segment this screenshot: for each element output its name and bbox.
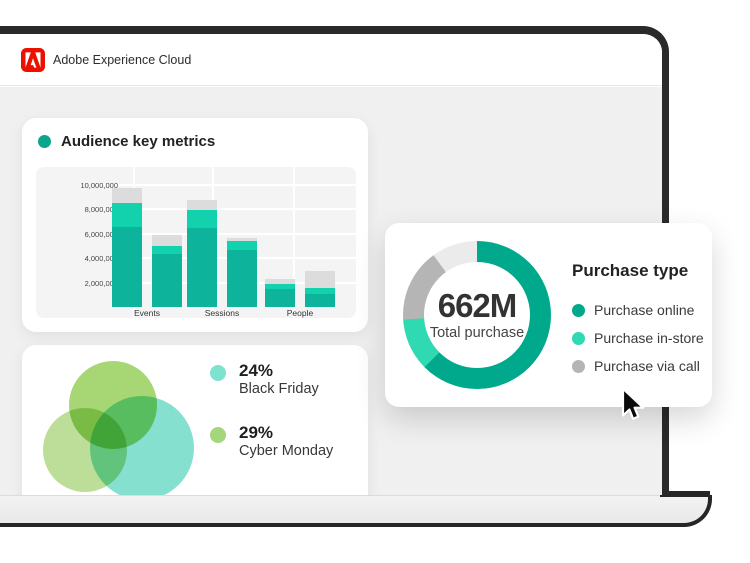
metrics-card-header: Audience key metrics bbox=[38, 133, 215, 150]
purchase-type-title: Purchase type bbox=[572, 261, 707, 281]
bar-segment-sessions-1[interactable] bbox=[187, 210, 217, 228]
total-purchase-value: 662M bbox=[438, 289, 517, 323]
venn-legend-item[interactable]: 24%Black Friday bbox=[210, 361, 319, 398]
legend-dot-icon bbox=[572, 304, 585, 317]
y-axis-tick-label: 2,000,000 bbox=[36, 279, 118, 288]
page: Adobe Experience Cloud Audience key metr… bbox=[0, 0, 750, 563]
bar-segment-sessions-2[interactable] bbox=[227, 241, 257, 250]
legend-label: Purchase online bbox=[594, 302, 694, 318]
bar-segment-events-2[interactable] bbox=[152, 235, 182, 245]
legend-dot-icon bbox=[210, 427, 226, 443]
legend-dot-icon bbox=[572, 332, 585, 345]
venn-circle-bottom-right-teal bbox=[90, 396, 194, 495]
bar-chart[interactable]: 10,000,000 8,000,000 6,000,000 4,000,000 2,0… bbox=[36, 167, 356, 318]
y-axis-tick-label: 8,000,000 bbox=[36, 205, 118, 214]
gridline bbox=[96, 184, 356, 186]
y-axis-tick-label: 6,000,000 bbox=[36, 230, 118, 239]
bar-segment-sessions-2[interactable] bbox=[227, 250, 257, 307]
donut-chart[interactable]: 662M Total purchase bbox=[403, 241, 551, 389]
bar-segment-events-2[interactable] bbox=[152, 254, 182, 307]
legend-dot-icon bbox=[572, 360, 585, 373]
mouse-cursor-icon bbox=[615, 385, 652, 427]
y-axis-tick-label: 10,000,000 bbox=[36, 181, 118, 190]
x-axis-label: Sessions bbox=[177, 308, 267, 318]
venn-diagram bbox=[22, 345, 222, 495]
legend-label: Cyber Monday bbox=[239, 443, 333, 460]
donut-center: 662M Total purchase bbox=[424, 262, 530, 368]
bullet-dot-icon bbox=[38, 135, 51, 148]
bar-segment-sessions-1[interactable] bbox=[187, 200, 217, 210]
bar-segment-people-2[interactable] bbox=[305, 288, 335, 294]
x-axis-label: People bbox=[255, 308, 345, 318]
legend-dot-icon bbox=[210, 365, 226, 381]
legend-value: 24% bbox=[239, 361, 319, 381]
venn-legend-item[interactable]: 29%Cyber Monday bbox=[210, 423, 333, 460]
bar-segment-people-2[interactable] bbox=[305, 294, 335, 307]
metrics-card-title: Audience key metrics bbox=[61, 133, 215, 150]
adobe-logo-icon[interactable] bbox=[21, 48, 45, 72]
bar-segment-people-2[interactable] bbox=[305, 271, 335, 288]
bar-segment-events-1[interactable] bbox=[112, 188, 142, 203]
legend-label: Black Friday bbox=[239, 381, 319, 398]
app-title: Adobe Experience Cloud bbox=[53, 34, 191, 86]
legend-label: Purchase via call bbox=[594, 358, 700, 374]
legend-value: 29% bbox=[239, 423, 333, 443]
legend-label: Purchase in-store bbox=[594, 330, 704, 346]
app-header: Adobe Experience Cloud bbox=[0, 34, 662, 86]
venn-card[interactable]: 24%Black Friday 29%Cyber Monday bbox=[22, 345, 368, 495]
total-purchase-label: Total purchase bbox=[430, 325, 524, 341]
bar-segment-people-1[interactable] bbox=[265, 289, 295, 307]
bar-segment-sessions-2[interactable] bbox=[227, 238, 257, 242]
purchase-legend-item[interactable]: Purchase in-store bbox=[572, 324, 707, 352]
bar-segment-events-1[interactable] bbox=[112, 203, 142, 228]
audience-metrics-card[interactable]: Audience key metrics 10,000,000 8,000,000… bbox=[22, 118, 368, 332]
bar-segment-people-1[interactable] bbox=[265, 284, 295, 290]
purchase-type-card[interactable]: 662M Total purchase Purchase type Purcha… bbox=[385, 223, 712, 407]
y-axis-tick-label: 4,000,000 bbox=[36, 254, 118, 263]
bar-segment-events-2[interactable] bbox=[152, 246, 182, 255]
purchase-legend-item[interactable]: Purchase via call bbox=[572, 352, 707, 380]
laptop-base bbox=[0, 495, 712, 527]
bar-segment-sessions-1[interactable] bbox=[187, 228, 217, 307]
purchase-type-legend: Purchase type Purchase online Purchase in… bbox=[572, 261, 707, 380]
bar-segment-events-1[interactable] bbox=[112, 227, 142, 307]
bar-segment-people-1[interactable] bbox=[265, 279, 295, 284]
purchase-legend-item[interactable]: Purchase online bbox=[572, 296, 707, 324]
